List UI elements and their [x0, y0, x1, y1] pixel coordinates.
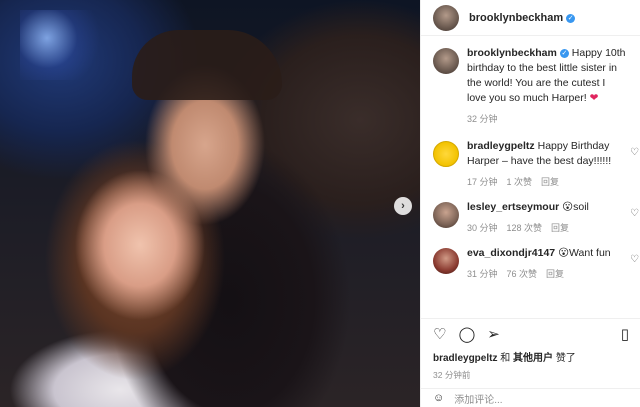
like-comment-heart-icon[interactable]: ♡: [630, 147, 639, 158]
post-actions: ♡ ◯ ➢ ▯ bradleygpeltz 和 其他用户 赞了 32 分钟前: [421, 318, 640, 381]
caption-text: brooklynbeckham ✓ Happy 10th birthday to …: [467, 46, 627, 106]
caption: brooklynbeckham ✓ Happy 10th birthday to …: [421, 46, 640, 125]
verified-icon: ✓: [559, 49, 569, 58]
avatar[interactable]: [433, 141, 459, 167]
caption-meta: 32 分钟: [467, 112, 627, 125]
photo-hair-region: [132, 30, 282, 100]
like-comment-heart-icon[interactable]: ♡: [630, 208, 639, 219]
comment-time: 17 分钟: [467, 177, 498, 187]
avatar[interactable]: [433, 48, 459, 74]
list-item: lesley_ertseymour 😮soil 30 分钟 128 次赞 回复 …: [421, 200, 640, 234]
comment-body: 😮soil: [562, 201, 589, 213]
avatar[interactable]: [433, 248, 459, 274]
reply-button[interactable]: 回复: [541, 175, 559, 188]
post-header: brooklynbeckham ✓: [421, 0, 640, 36]
comment-likes[interactable]: 1 次赞: [507, 175, 533, 188]
post-side-panel: brooklynbeckham ✓ brooklynbeckham ✓ Happy …: [420, 0, 640, 407]
list-item: eva_dixondjr4147 😮Want fun 31 分钟 76 次赞 回…: [421, 246, 640, 280]
comment-meta: 31 分钟 76 次赞 回复: [467, 267, 627, 280]
action-bar: ♡ ◯ ➢ ▯: [433, 323, 629, 345]
post-username-text[interactable]: brooklynbeckham: [469, 12, 563, 24]
comment-time: 30 分钟: [467, 223, 498, 233]
list-item: bradleygpeltz Happy Birthday Harper – ha…: [421, 139, 640, 188]
comment-likes[interactable]: 76 次赞: [507, 267, 538, 280]
comment-likes[interactable]: 128 次赞: [507, 221, 543, 234]
likes-summary: bradleygpeltz 和 其他用户 赞了: [433, 349, 629, 364]
carousel-next-icon[interactable]: ›: [394, 197, 412, 215]
comment-text: bradleygpeltz Happy Birthday Harper – ha…: [467, 139, 627, 169]
reply-button[interactable]: 回复: [551, 221, 569, 234]
comment-username[interactable]: lesley_ertseymour: [467, 201, 559, 213]
comment-icon[interactable]: ◯: [458, 325, 475, 343]
comments-list: brooklynbeckham ✓ Happy 10th birthday to …: [421, 46, 640, 280]
comment-meta: 30 分钟 128 次赞 回复: [467, 221, 627, 234]
avatar[interactable]: [433, 202, 459, 228]
post-time[interactable]: 32 分钟前: [433, 369, 629, 381]
likes-suffix: 赞了: [555, 353, 576, 364]
comment-text: eva_dixondjr4147 😮Want fun: [467, 246, 627, 261]
emoji-icon[interactable]: ☺: [433, 392, 444, 404]
bookmark-icon[interactable]: ▯: [621, 325, 629, 343]
share-icon[interactable]: ➢: [487, 325, 500, 343]
add-comment-input[interactable]: 添加评论...: [454, 391, 502, 406]
reply-button[interactable]: 回复: [546, 267, 564, 280]
heart-emoji-icon: ❤: [589, 92, 599, 104]
comment-body: 😮Want fun: [558, 247, 611, 259]
comment-username[interactable]: bradleygpeltz: [467, 140, 535, 152]
heart-icon[interactable]: ♡: [433, 325, 446, 343]
comment-username[interactable]: eva_dixondjr4147: [467, 247, 555, 259]
caption-username[interactable]: brooklynbeckham: [467, 47, 557, 59]
post-username[interactable]: brooklynbeckham ✓: [469, 12, 576, 24]
comment-text: lesley_ertseymour 😮soil: [467, 200, 627, 215]
comment-time: 31 分钟: [467, 269, 498, 279]
likes-user[interactable]: bradleygpeltz: [433, 353, 497, 364]
likes-and: 和: [500, 353, 511, 364]
likes-others[interactable]: 其他用户: [513, 353, 553, 364]
caption-time: 32 分钟: [467, 114, 498, 124]
verified-icon: ✓: [566, 13, 576, 23]
background-lights: [20, 10, 110, 80]
add-comment-bar: ☺ 添加评论...: [421, 388, 640, 407]
comment-meta: 17 分钟 1 次赞 回复: [467, 175, 627, 188]
avatar[interactable]: [433, 4, 459, 31]
like-comment-heart-icon[interactable]: ♡: [630, 254, 639, 265]
post-photo: ›: [0, 0, 420, 407]
